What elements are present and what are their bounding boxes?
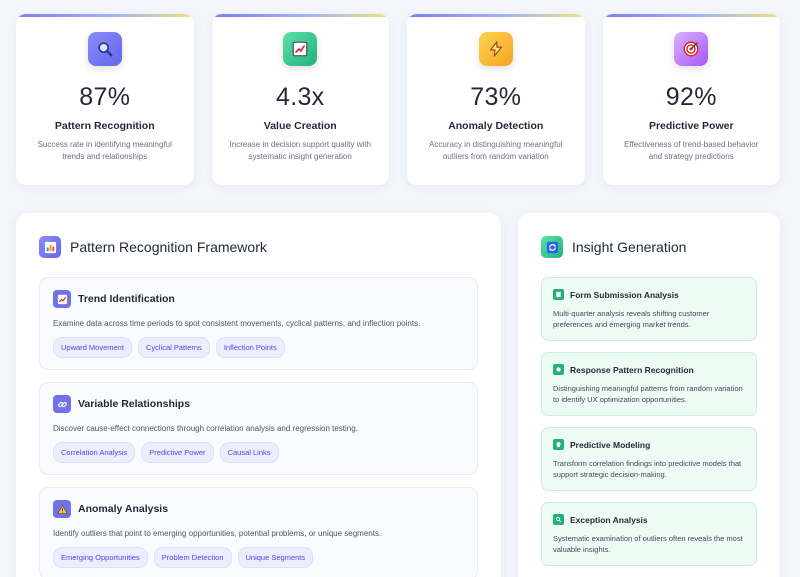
magnifier-icon — [87, 32, 122, 66]
tag-chip[interactable]: Inflection Points — [215, 337, 285, 358]
stats-row: 87% Pattern Recognition Success rate in … — [16, 14, 780, 185]
framework-card-title: Variable Relationships — [78, 398, 191, 410]
stat-card-value-creation: 4.3x Value Creation Increase in decision… — [211, 14, 389, 185]
stat-card-pattern-recognition: 87% Pattern Recognition Success rate in … — [16, 14, 194, 185]
tag-list: Upward Movement Cyclical Patterns Inflec… — [53, 337, 464, 358]
tag-chip[interactable]: Predictive Power — [141, 442, 214, 463]
insight-card-title: Response Pattern Recognition — [570, 364, 694, 375]
response-icon — [553, 364, 564, 375]
framework-card-description: Discover cause-effect connections throug… — [53, 424, 358, 433]
search-icon — [553, 514, 564, 525]
insight-card-title: Exception Analysis — [570, 514, 648, 525]
refresh-icon — [541, 236, 563, 258]
stat-value: 87% — [79, 83, 131, 111]
crystal-ball-icon — [553, 439, 564, 450]
insight-card-title: Predictive Modeling — [570, 439, 651, 450]
insight-card-description: Distinguishing meaningful patterns from … — [553, 384, 743, 405]
tag-chip[interactable]: Emerging Opportunities — [53, 547, 148, 568]
stat-card-anomaly-detection: 73% Anomaly Detection Accuracy in distin… — [407, 14, 585, 185]
stat-value: 73% — [470, 83, 522, 111]
stat-description: Effectiveness of trend-based behavior an… — [624, 140, 759, 161]
tag-chip[interactable]: Correlation Analysis — [53, 442, 136, 463]
tag-chip[interactable]: Unique Segments — [237, 547, 314, 568]
insight-card-description: Multi-quarter analysis reveals shifting … — [553, 309, 710, 330]
stat-card-predictive-power: 92% Predictive Power Effectiveness of tr… — [602, 14, 780, 185]
insight-card-response-pattern-recognition: Response Pattern Recognition Distinguish… — [541, 352, 757, 416]
warning-icon — [53, 500, 71, 518]
tag-list: Correlation Analysis Predictive Power Ca… — [53, 442, 464, 463]
stat-label: Value Creation — [263, 120, 337, 132]
tag-chip[interactable]: Cyclical Patterns — [137, 337, 210, 358]
stat-label: Anomaly Detection — [448, 120, 544, 132]
target-icon — [674, 32, 709, 66]
insight-generation-panel: Insight Generation Form Submission Analy… — [518, 213, 780, 577]
framework-card-title: Trend Identification — [78, 293, 175, 305]
tag-chip[interactable]: Causal Links — [219, 442, 279, 463]
panel-title: Insight Generation — [572, 239, 687, 255]
panel-header: Pattern Recognition Framework — [39, 236, 478, 258]
stat-description: Increase in decision support quality wit… — [229, 140, 371, 161]
lightning-icon — [478, 32, 513, 66]
insight-card-description: Systematic examination of outliers often… — [553, 534, 743, 555]
stat-description: Accuracy in distinguishing meaningful ou… — [429, 140, 563, 161]
stat-label: Pattern Recognition — [54, 120, 155, 132]
tag-list: Emerging Opportunities Problem Detection… — [53, 547, 464, 568]
framework-card-variable-relationships: Variable Relationships Discover cause-ef… — [39, 382, 478, 475]
stat-value: 4.3x — [276, 83, 325, 111]
stat-label: Predictive Power — [648, 120, 734, 132]
insight-card-title: Form Submission Analysis — [570, 289, 679, 300]
trend-chart-icon — [53, 290, 71, 308]
pattern-recognition-framework-panel: Pattern Recognition Framework Trend Iden… — [16, 213, 501, 577]
insight-card-description: Transform correlation findings into pred… — [553, 459, 742, 480]
framework-card-anomaly-analysis: Anomaly Analysis Identify outliers that … — [39, 487, 478, 577]
link-icon — [53, 395, 71, 413]
tag-chip[interactable]: Upward Movement — [53, 337, 132, 358]
form-icon — [553, 289, 564, 300]
stat-value: 92% — [665, 83, 717, 111]
stat-description: Success rate in identifying meaningful t… — [37, 140, 172, 161]
framework-card-description: Identify outliers that point to emerging… — [53, 529, 382, 538]
trend-chart-icon — [283, 32, 318, 66]
framework-card-description: Examine data across time periods to spot… — [53, 319, 421, 328]
insight-card-predictive-modeling: Predictive Modeling Transform correlatio… — [541, 427, 757, 491]
bar-chart-icon — [39, 236, 61, 258]
framework-card-title: Anomaly Analysis — [78, 503, 169, 515]
insight-card-exception-analysis: Exception Analysis Systematic examinatio… — [541, 502, 757, 566]
panel-title: Pattern Recognition Framework — [70, 239, 267, 255]
insight-card-form-submission-analysis: Form Submission Analysis Multi-quarter a… — [541, 277, 757, 341]
framework-card-trend-identification: Trend Identification Examine data across… — [39, 277, 478, 370]
panel-header: Insight Generation — [541, 236, 757, 258]
tag-chip[interactable]: Problem Detection — [153, 547, 232, 568]
